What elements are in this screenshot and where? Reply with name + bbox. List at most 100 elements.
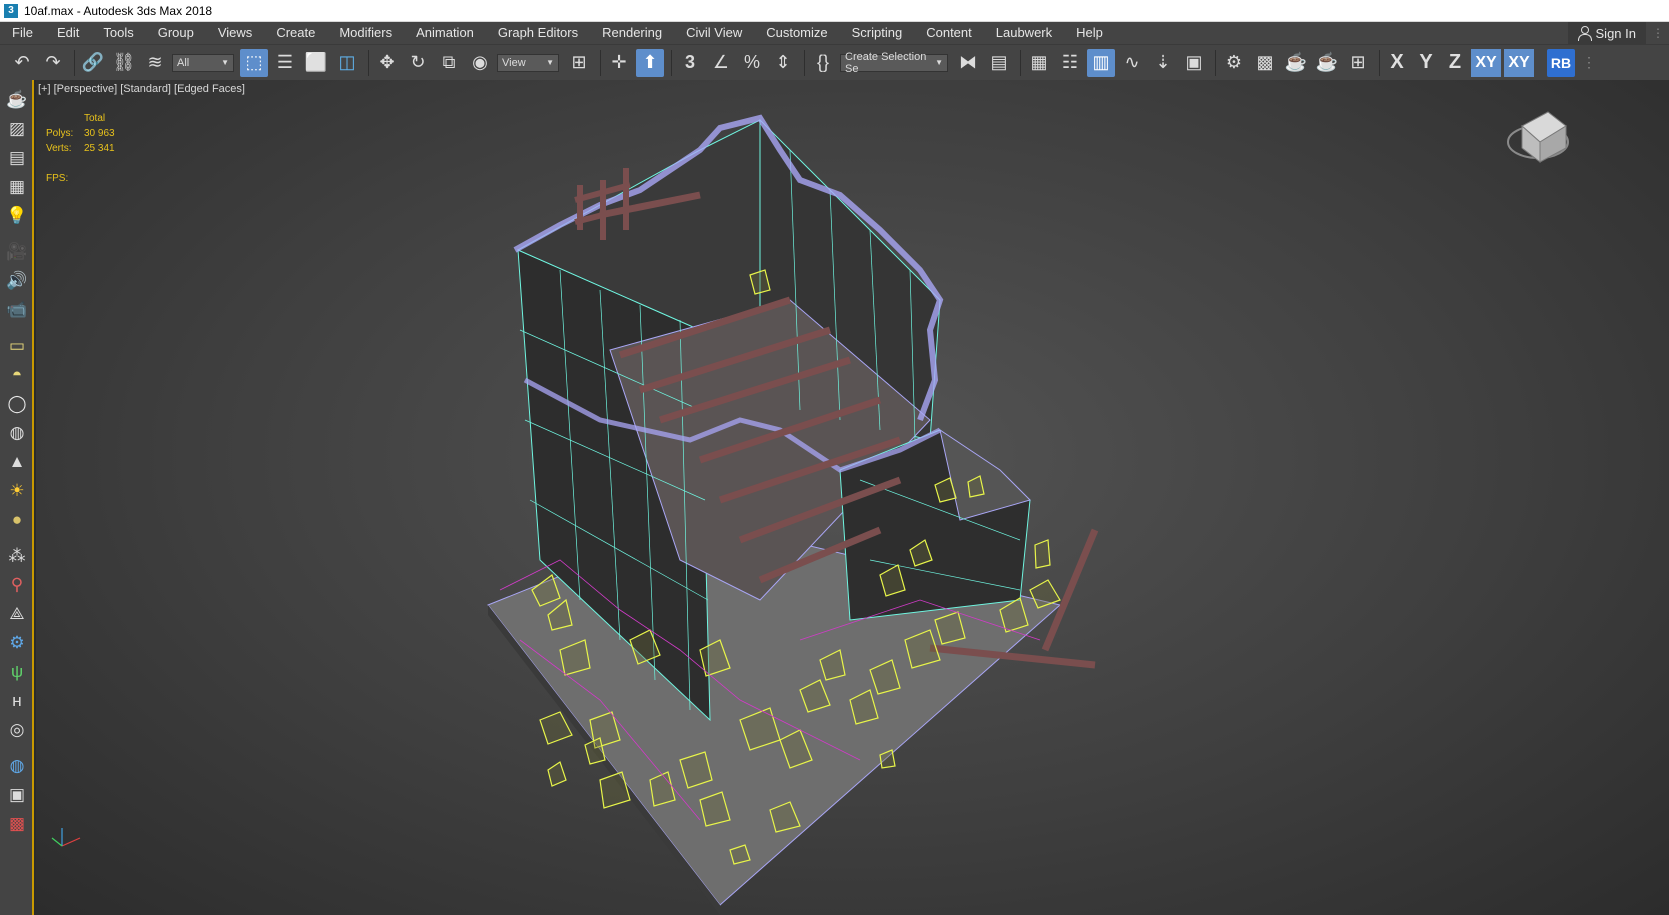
particles-icon[interactable]: ⁂ bbox=[3, 543, 31, 569]
menu-create[interactable]: Create bbox=[264, 22, 327, 44]
selection-filter-value: All bbox=[177, 56, 190, 69]
angle-snap-icon[interactable]: ∠ bbox=[707, 49, 735, 77]
select-object-icon[interactable]: ⬚ bbox=[240, 48, 268, 77]
layer-explorer-icon[interactable]: ☷ bbox=[1056, 49, 1084, 77]
user-icon bbox=[1577, 26, 1592, 41]
menu-modifiers[interactable]: Modifiers bbox=[327, 22, 404, 44]
video-camera-icon[interactable]: 📹 bbox=[3, 297, 31, 323]
menu-graph-editors[interactable]: Graph Editors bbox=[486, 22, 590, 44]
render-frame-icon[interactable]: ▨ bbox=[3, 116, 31, 142]
menu-animation[interactable]: Animation bbox=[404, 22, 486, 44]
image-icon[interactable]: ▣ bbox=[3, 782, 31, 808]
hair-fur-icon[interactable]: ʜ bbox=[3, 688, 31, 714]
reference-coordinate-dropdown[interactable]: View ▼ bbox=[497, 53, 559, 72]
light-bulb-icon[interactable]: 💡 bbox=[3, 203, 31, 229]
bind-space-warp-icon[interactable]: ≋ bbox=[141, 49, 169, 77]
menu-rendering[interactable]: Rendering bbox=[590, 22, 674, 44]
camera-icon[interactable]: 🎥 bbox=[3, 239, 31, 265]
material-editor-icon[interactable]: ▣ bbox=[1180, 49, 1208, 77]
move-icon[interactable]: ✥ bbox=[373, 49, 401, 77]
menu-help[interactable]: Help bbox=[1064, 22, 1115, 44]
selection-filter-dropdown[interactable]: All ▼ bbox=[172, 53, 234, 72]
grass-icon[interactable]: ψ bbox=[3, 659, 31, 685]
menu-views[interactable]: Views bbox=[206, 22, 264, 44]
place-icon[interactable]: ◉ bbox=[466, 49, 494, 77]
window-crossing-icon[interactable]: ◫ bbox=[333, 49, 361, 77]
table-icon[interactable]: ▦ bbox=[3, 174, 31, 200]
scale-icon[interactable]: ⧉ bbox=[435, 49, 463, 77]
menu-group[interactable]: Group bbox=[146, 22, 206, 44]
render-setup-icon[interactable]: ⚙ bbox=[1220, 49, 1248, 77]
render-iterative-icon[interactable]: ☕ bbox=[1313, 49, 1341, 77]
align-icon[interactable]: ▤ bbox=[985, 49, 1013, 77]
edit-named-selection-icon[interactable]: {} bbox=[809, 49, 837, 77]
spinner-snap-icon[interactable]: ⇕ bbox=[769, 49, 797, 77]
axis-z-button[interactable]: Z bbox=[1442, 49, 1468, 77]
menu-content[interactable]: Content bbox=[914, 22, 984, 44]
unlink-icon[interactable]: ⛓ bbox=[110, 49, 138, 77]
pivot-center-icon[interactable]: ⊞ bbox=[565, 49, 593, 77]
chevron-down-icon: ▼ bbox=[935, 58, 943, 67]
sound-icon[interactable]: 🔊 bbox=[3, 268, 31, 294]
toolbar-separator bbox=[804, 49, 805, 76]
sign-in-button[interactable]: Sign In bbox=[1567, 22, 1646, 44]
pyramid-icon[interactable]: ⟁ bbox=[3, 601, 31, 627]
viewport-label[interactable]: [+] [Perspective] [Standard] [Edged Face… bbox=[38, 83, 245, 95]
rectangular-selection-icon[interactable]: ⬜ bbox=[302, 49, 330, 77]
curve-editor-icon[interactable]: ∿ bbox=[1118, 49, 1146, 77]
scene-explorer-icon[interactable]: ▦ bbox=[1025, 49, 1053, 77]
rendered-frame-window-icon[interactable]: ▩ bbox=[1251, 49, 1279, 77]
sun-icon[interactable]: ☀ bbox=[3, 478, 31, 504]
snaps-toggle-icon[interactable]: 3 bbox=[676, 49, 704, 77]
teapot-icon[interactable]: ☕ bbox=[3, 87, 31, 113]
axis-xy-flyout-button[interactable]: XY bbox=[1504, 48, 1534, 77]
menu-overflow-grip[interactable]: ⋮ bbox=[1646, 26, 1669, 40]
axis-x-button[interactable]: X bbox=[1384, 49, 1410, 77]
menu-scripting[interactable]: Scripting bbox=[840, 22, 915, 44]
percent-snap-icon[interactable]: % bbox=[738, 49, 766, 77]
molecule-icon[interactable]: ⚲ bbox=[3, 572, 31, 598]
menu-customize[interactable]: Customize bbox=[754, 22, 839, 44]
undo-icon[interactable]: ↶ bbox=[8, 49, 36, 77]
view-cube[interactable] bbox=[1507, 111, 1569, 164]
select-by-name-icon[interactable]: ☰ bbox=[271, 49, 299, 77]
schematic-view-icon[interactable]: ⇣ bbox=[1149, 49, 1177, 77]
menu-tools[interactable]: Tools bbox=[91, 22, 145, 44]
axis-tripod-icon bbox=[51, 828, 81, 847]
select-manipulate-icon[interactable]: ✛ bbox=[605, 49, 633, 77]
axis-xy-button[interactable]: XY bbox=[1471, 48, 1501, 77]
plane-icon[interactable]: ▭ bbox=[3, 333, 31, 359]
rb-button[interactable]: RB bbox=[1547, 48, 1575, 77]
globe-icon[interactable]: ◍ bbox=[3, 753, 31, 779]
mirror-icon[interactable]: ⧓ bbox=[954, 49, 982, 77]
toolbar-separator bbox=[1215, 49, 1216, 76]
shell-icon[interactable]: ◎ bbox=[3, 717, 31, 743]
sign-in-label: Sign In bbox=[1595, 25, 1636, 41]
hemisphere-icon[interactable]: ◓ bbox=[3, 362, 31, 388]
toggle-ribbon-icon[interactable]: ▥ bbox=[1087, 48, 1115, 77]
cone-icon[interactable]: ▲ bbox=[3, 449, 31, 475]
stats-polys-label: Polys: bbox=[46, 128, 74, 139]
keyboard-shortcut-override-icon[interactable]: ⬆ bbox=[636, 48, 664, 77]
gear-icon[interactable]: ⚙ bbox=[3, 630, 31, 656]
named-selection-set-dropdown[interactable]: Create Selection Se ▼ bbox=[840, 51, 948, 75]
toolbar-separator bbox=[74, 49, 75, 76]
axis-y-button[interactable]: Y bbox=[1413, 49, 1439, 77]
menu-file[interactable]: File bbox=[0, 22, 45, 44]
material-ball-icon[interactable]: ● bbox=[3, 507, 31, 533]
geosphere-icon[interactable]: ◍ bbox=[3, 420, 31, 446]
toolbar-overflow-grip[interactable]: ⋮ bbox=[1575, 49, 1603, 77]
rotate-icon[interactable]: ↻ bbox=[404, 49, 432, 77]
link-icon[interactable]: 🔗 bbox=[79, 49, 107, 77]
calculator-icon[interactable]: ▤ bbox=[3, 145, 31, 171]
render-in-cloud-icon[interactable]: ⊞ bbox=[1344, 49, 1372, 77]
title-bar: 3 10af.max - Autodesk 3ds Max 2018 bbox=[0, 0, 1669, 22]
perspective-viewport[interactable]: [+] [Perspective] [Standard] [Edged Face… bbox=[36, 80, 1669, 915]
render-icon[interactable]: ▩ bbox=[3, 811, 31, 837]
redo-icon[interactable]: ↷ bbox=[39, 49, 67, 77]
sphere-icon[interactable]: ◯ bbox=[3, 391, 31, 417]
render-production-icon[interactable]: ☕ bbox=[1282, 49, 1310, 77]
menu-laubwerk[interactable]: Laubwerk bbox=[984, 22, 1064, 44]
menu-edit[interactable]: Edit bbox=[45, 22, 91, 44]
menu-civil-view[interactable]: Civil View bbox=[674, 22, 754, 44]
